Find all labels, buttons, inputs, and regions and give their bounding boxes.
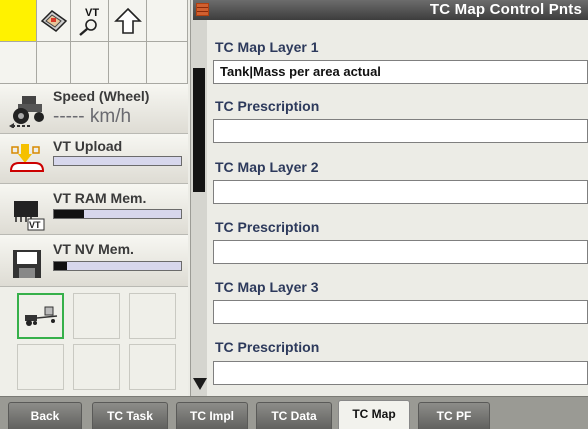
tab-tc-impl[interactable]: TC Impl <box>176 402 248 429</box>
empty-cell[interactable] <box>71 42 109 84</box>
vt-magnifier-icon: VT <box>78 7 99 36</box>
diamond-book-icon <box>40 9 67 32</box>
field-label: TC Prescription <box>215 219 320 235</box>
implement-slot[interactable] <box>73 293 120 339</box>
empty-cell[interactable] <box>147 42 188 84</box>
prescription-1-input[interactable] <box>213 119 588 143</box>
tractor-speed-icon <box>9 96 44 128</box>
page-title: TC Map Control Pnts <box>429 1 582 18</box>
tab-tc-data[interactable]: TC Data <box>256 402 332 429</box>
field-label: TC Map Layer 1 <box>215 39 319 55</box>
prescription-2-input[interactable] <box>213 240 588 264</box>
vt-ram-panel[interactable]: VT VT RAM Mem. <box>0 184 188 235</box>
svg-text:VT: VT <box>29 220 41 230</box>
tab-tc-pf[interactable]: TC PF <box>418 402 490 429</box>
empty-cell[interactable] <box>109 42 147 84</box>
yellow-status-cell[interactable] <box>0 0 37 42</box>
empty-cell[interactable] <box>37 42 71 84</box>
vt-nv-title: VT NV Mem. <box>53 241 134 257</box>
prescription-3-input[interactable] <box>213 361 588 385</box>
vt-nv-progress-bar <box>53 261 182 271</box>
implement-grid <box>0 287 188 396</box>
implement-icon <box>25 306 58 326</box>
scroll-down-arrow-icon[interactable] <box>193 378 207 390</box>
ram-chip-icon: VT <box>14 201 45 231</box>
vt-search-cell[interactable]: VT <box>71 0 109 42</box>
tc-map-control-screen: VT Speed (Wheel) ----- km/h VT Upload VT… <box>0 0 588 429</box>
vertical-scrollbar[interactable] <box>190 0 207 396</box>
implement-slot[interactable] <box>17 344 64 390</box>
field-label: TC Prescription <box>215 98 320 114</box>
implement-slot-selected[interactable] <box>17 293 64 339</box>
tab-tc-map[interactable]: TC Map <box>338 400 410 429</box>
map-layer-2-input[interactable] <box>213 180 588 204</box>
implement-slot[interactable] <box>129 293 176 339</box>
speed-value: ----- km/h <box>53 106 132 127</box>
tc-logo-icon <box>196 3 209 16</box>
vt-ram-progress-fill <box>54 210 85 218</box>
vt-upload-panel[interactable]: VT Upload <box>0 134 188 184</box>
vt-upload-progress-bar <box>53 156 182 166</box>
field-label: TC Map Layer 3 <box>215 279 319 295</box>
bottom-tab-bar: Back TC Task TC Impl TC Data TC Map TC P… <box>0 396 588 429</box>
tab-tc-task[interactable]: TC Task <box>92 402 168 429</box>
top-icon-grid: VT <box>0 0 188 84</box>
object-pool-icon[interactable] <box>37 0 71 42</box>
main-form: TC Map Layer 1 Tank|Mass per area actual… <box>207 20 588 396</box>
implement-slot[interactable] <box>73 344 120 390</box>
vt-nv-progress-fill <box>54 262 67 270</box>
upload-icon <box>9 144 45 172</box>
field-label: TC Map Layer 2 <box>215 159 319 175</box>
implement-slot[interactable] <box>129 344 176 390</box>
floppy-disk-icon <box>13 250 41 278</box>
title-bar: TC Map Control Pnts <box>193 0 588 20</box>
up-arrow-cell[interactable] <box>109 0 147 42</box>
empty-cell[interactable] <box>147 0 188 42</box>
map-layer-1-input[interactable]: Tank|Mass per area actual <box>213 60 588 84</box>
vt-nv-panel[interactable]: VT NV Mem. <box>0 235 188 287</box>
vt-upload-title: VT Upload <box>53 138 123 154</box>
scrollbar-thumb[interactable] <box>193 68 205 192</box>
left-sidebar: VT Speed (Wheel) ----- km/h VT Upload VT… <box>0 0 188 396</box>
up-arrow-icon <box>113 7 142 34</box>
tab-back[interactable]: Back <box>8 402 82 429</box>
empty-cell[interactable] <box>0 42 37 84</box>
field-label: TC Prescription <box>215 339 320 355</box>
speed-panel[interactable]: Speed (Wheel) ----- km/h <box>0 84 188 134</box>
vt-ram-title: VT RAM Mem. <box>53 190 147 206</box>
vt-text: VT <box>85 7 99 19</box>
map-layer-3-input[interactable] <box>213 300 588 324</box>
speed-title: Speed (Wheel) <box>53 88 150 104</box>
vt-ram-progress-bar <box>53 209 182 219</box>
